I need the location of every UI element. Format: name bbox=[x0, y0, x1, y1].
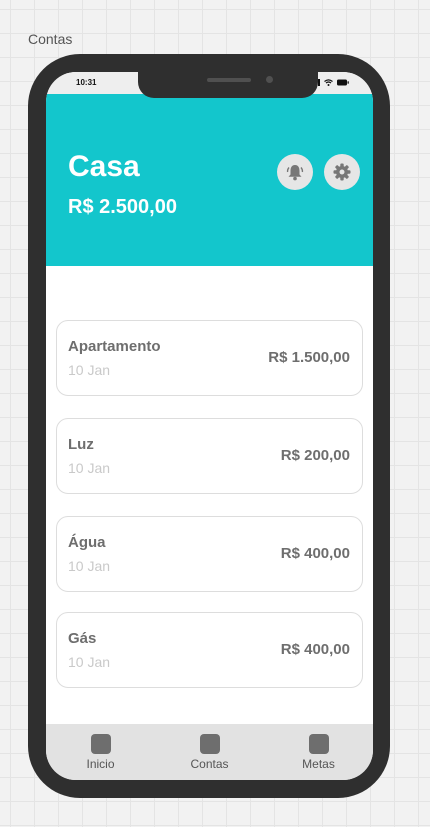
home-icon bbox=[90, 734, 111, 754]
nav-item-inicio[interactable]: Inicio bbox=[46, 724, 155, 780]
settings-button[interactable] bbox=[324, 154, 360, 190]
wifi-icon bbox=[324, 79, 333, 86]
bill-card[interactable]: Luz 10 Jan R$ 200,00 bbox=[56, 418, 363, 494]
nav-label: Metas bbox=[302, 757, 335, 771]
gear-icon bbox=[333, 163, 351, 181]
account-title: Casa bbox=[68, 150, 140, 183]
front-camera bbox=[266, 76, 273, 83]
bill-date: 10 Jan bbox=[68, 460, 111, 476]
bill-date: 10 Jan bbox=[68, 362, 111, 378]
bill-date: 10 Jan bbox=[68, 558, 111, 574]
phone-frame: 10:31 Casa R$ 2.500,00 Apartamento 10 Ja… bbox=[28, 54, 390, 798]
frame-label: Contas bbox=[28, 31, 73, 47]
nav-label: Inicio bbox=[86, 757, 115, 771]
account-header: Casa R$ 2.500,00 bbox=[46, 94, 373, 266]
bill-amount: R$ 200,00 bbox=[280, 447, 350, 464]
battery-icon bbox=[337, 79, 349, 86]
bills-icon bbox=[199, 734, 220, 754]
bill-name: Água bbox=[68, 534, 106, 551]
bill-list: Apartamento 10 Jan R$ 1.500,00 Luz 10 Ja… bbox=[56, 320, 363, 710]
bill-amount: R$ 400,00 bbox=[280, 641, 350, 658]
notifications-button[interactable] bbox=[277, 154, 313, 190]
bill-card[interactable]: Água 10 Jan R$ 400,00 bbox=[56, 516, 363, 592]
bill-amount: R$ 1.500,00 bbox=[268, 349, 350, 366]
bill-name: Apartamento bbox=[68, 338, 161, 355]
nav-item-metas[interactable]: Metas bbox=[264, 724, 373, 780]
bell-icon bbox=[286, 165, 304, 181]
status-time: 10:31 bbox=[76, 78, 97, 87]
bill-name: Gás bbox=[68, 630, 97, 647]
bill-name: Luz bbox=[68, 436, 94, 453]
goals-icon bbox=[308, 734, 329, 754]
bill-date: 10 Jan bbox=[68, 654, 111, 670]
bill-card[interactable]: Gás 10 Jan R$ 400,00 bbox=[56, 612, 363, 688]
account-balance: R$ 2.500,00 bbox=[68, 196, 177, 218]
bill-amount: R$ 400,00 bbox=[280, 545, 350, 562]
phone-notch bbox=[138, 72, 318, 98]
nav-label: Contas bbox=[190, 757, 229, 771]
bottom-nav: Inicio Contas Metas bbox=[46, 724, 373, 780]
speaker-grille bbox=[207, 78, 251, 82]
app-screen: 10:31 Casa R$ 2.500,00 Apartamento 10 Ja… bbox=[46, 72, 373, 780]
bill-card[interactable]: Apartamento 10 Jan R$ 1.500,00 bbox=[56, 320, 363, 396]
nav-item-contas[interactable]: Contas bbox=[155, 724, 264, 780]
